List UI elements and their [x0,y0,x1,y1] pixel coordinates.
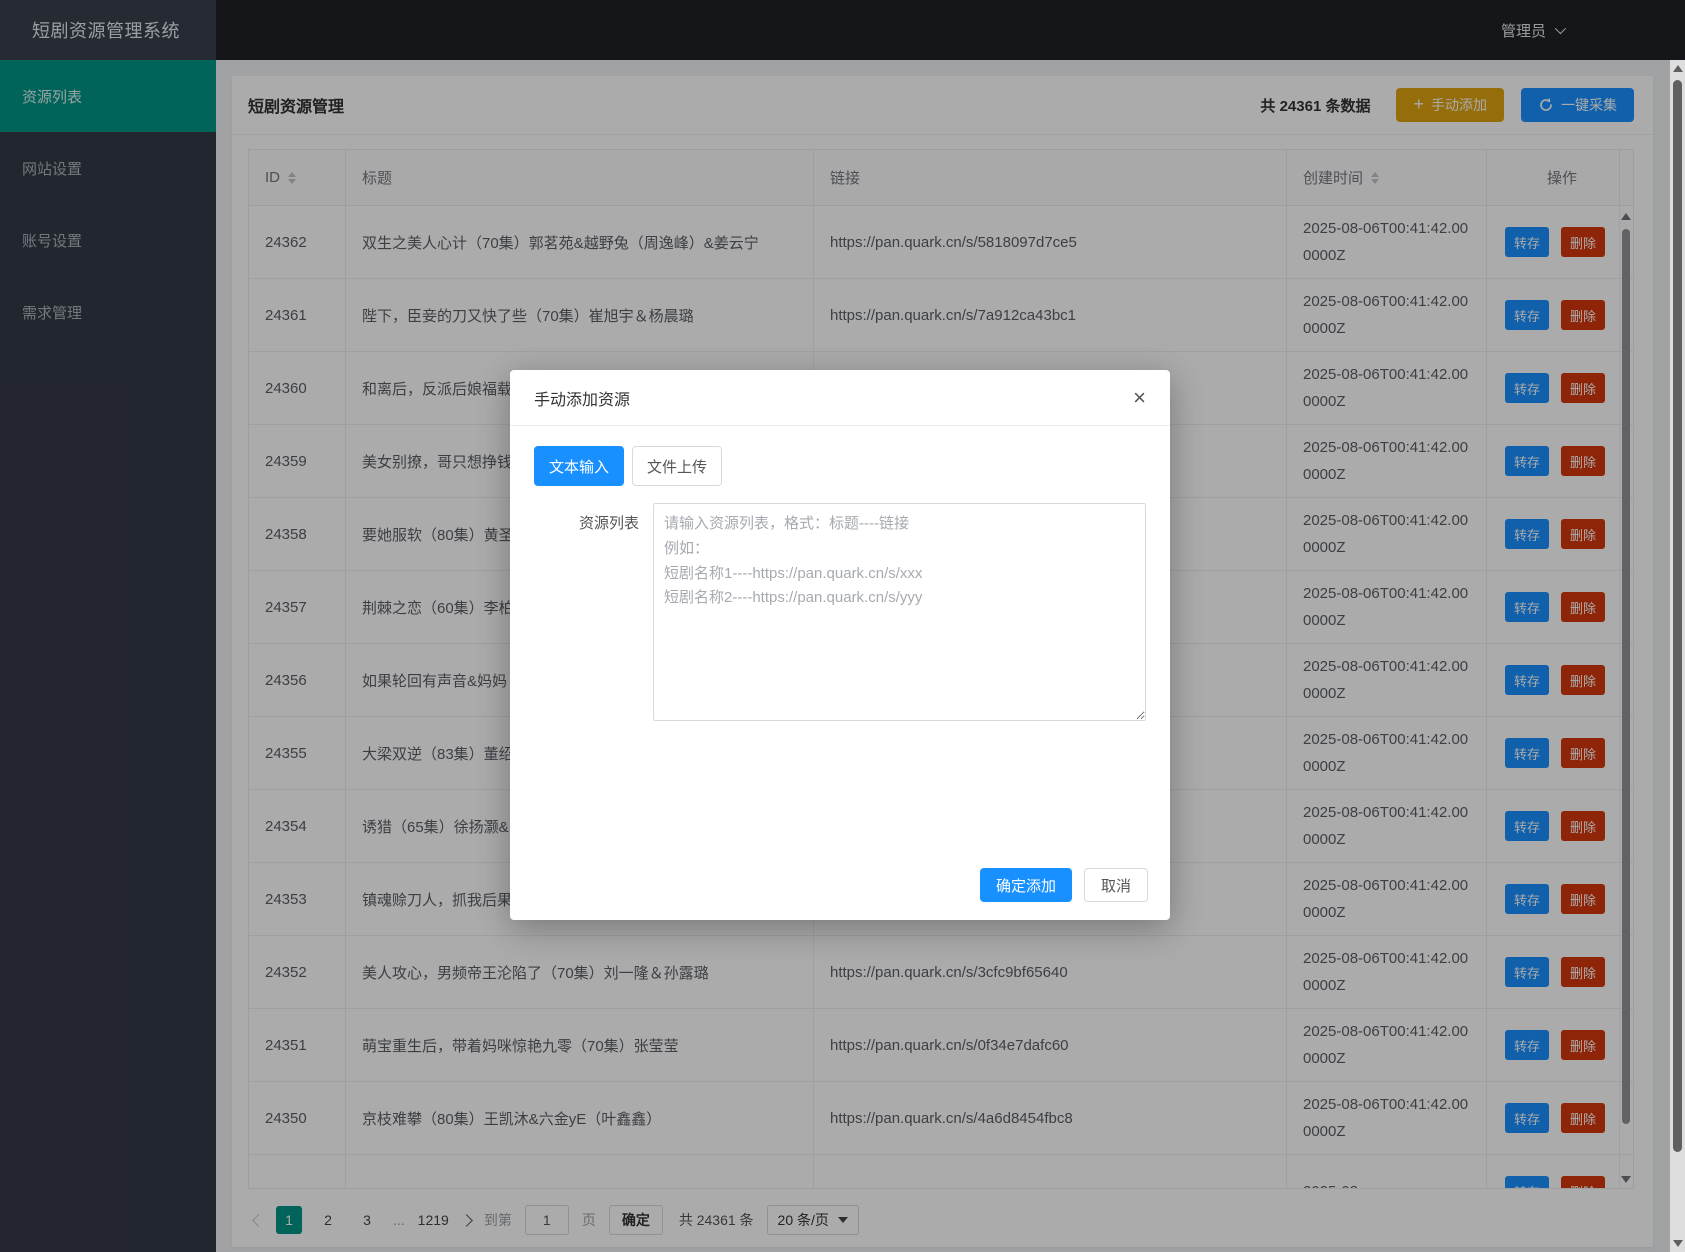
manual-add-modal: 手动添加资源 × 文本输入 文件上传 资源列表 确定添加 取消 [510,370,1170,920]
page-scrollbar[interactable] [1670,60,1685,1252]
tab-file-upload[interactable]: 文件上传 [632,446,722,486]
page-scrollbar-thumb[interactable] [1673,80,1682,1152]
app-window: 短剧资源管理系统 资源列表 网站设置 账号设置 需求管理 管理员 短剧资源管理 … [0,0,1685,1252]
scroll-down-icon[interactable] [1673,1240,1683,1247]
modal-header: 手动添加资源 × [510,370,1170,426]
scroll-up-icon[interactable] [1673,65,1683,72]
tab-text-input[interactable]: 文本输入 [534,446,624,486]
modal-footer: 确定添加 取消 [510,866,1170,920]
cancel-button[interactable]: 取消 [1084,868,1148,902]
modal-body: 文本输入 文件上传 资源列表 [510,426,1170,866]
modal-tabs: 文本输入 文件上传 [534,446,1146,486]
confirm-add-button[interactable]: 确定添加 [980,868,1072,902]
resource-list-form-row: 资源列表 [534,503,1146,726]
resource-list-textarea[interactable] [653,503,1146,721]
modal-title: 手动添加资源 [534,386,630,410]
resource-list-label: 资源列表 [534,503,639,726]
close-icon[interactable]: × [1133,387,1146,409]
